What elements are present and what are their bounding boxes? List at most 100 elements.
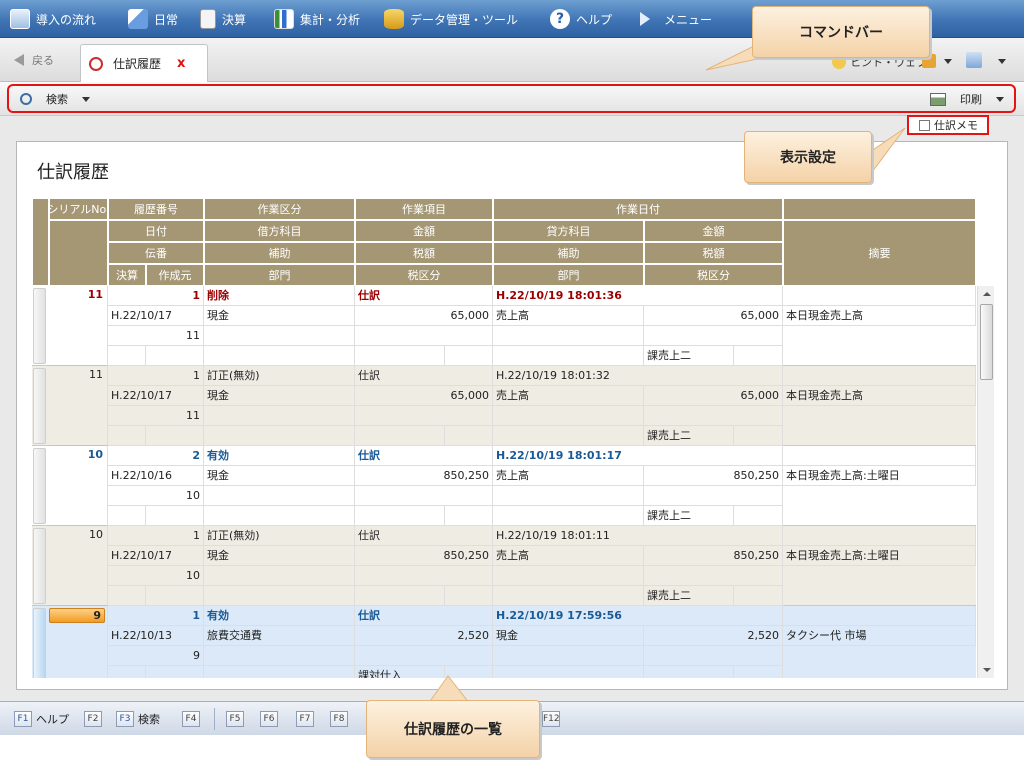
history-no-cell[interactable]: 1	[108, 366, 204, 386]
debit-taxclass-cell[interactable]	[355, 346, 445, 366]
work-item-cell[interactable]: 仕訳	[355, 366, 493, 386]
debit-account-cell[interactable]: 旅費交通費	[204, 626, 355, 646]
summary-cell[interactable]: 本日現金売上高	[783, 386, 976, 406]
work-type-cell[interactable]: 訂正(無効)	[204, 526, 355, 546]
credit-sub-cell[interactable]	[493, 646, 644, 666]
source-cell[interactable]	[146, 586, 204, 606]
col-credit-sub[interactable]: 補助	[493, 242, 644, 264]
debit-sub-cell[interactable]	[204, 486, 355, 506]
window-close-icon[interactable]	[966, 52, 982, 68]
col-debit-account[interactable]: 借方科目	[204, 220, 355, 242]
credit-amount-cell[interactable]: 850,250	[644, 466, 783, 486]
work-type-cell[interactable]: 削除	[204, 286, 355, 306]
serial-cell[interactable]: 11	[49, 286, 108, 366]
scroll-up-icon[interactable]	[983, 292, 991, 296]
settlement-cell[interactable]	[108, 666, 146, 678]
col-slip-no[interactable]: 伝番	[108, 242, 204, 264]
debit-taxclass-sub-cell[interactable]	[445, 346, 493, 366]
debit-account-cell[interactable]: 現金	[204, 466, 355, 486]
debit-dept-cell[interactable]	[204, 346, 355, 366]
fkey-f5[interactable]: F5	[226, 710, 248, 728]
debit-taxclass-cell[interactable]	[355, 426, 445, 446]
settlement-cell[interactable]	[108, 346, 146, 366]
col-debit-taxclass[interactable]: 税区分	[355, 264, 493, 286]
credit-tax-cell[interactable]	[644, 646, 783, 666]
debit-taxclass-cell[interactable]	[355, 586, 445, 606]
back-button[interactable]: 戻る	[14, 52, 54, 68]
col-debit-dept[interactable]: 部門	[204, 264, 355, 286]
debit-sub-cell[interactable]	[204, 326, 355, 346]
slip-no-cell[interactable]: 9	[108, 646, 204, 666]
date-cell[interactable]: H.22/10/17	[108, 306, 204, 326]
menu-data-tools[interactable]: データ管理・ツール	[384, 8, 518, 30]
settlement-cell[interactable]	[108, 426, 146, 446]
date-cell[interactable]: H.22/10/17	[108, 546, 204, 566]
debit-tax-cell[interactable]	[355, 406, 493, 426]
serial-cell[interactable]: 9	[49, 606, 108, 678]
fkey-f3[interactable]: F3 検索	[116, 710, 160, 728]
credit-taxclass-cell[interactable]: 課売上二	[644, 346, 734, 366]
fkey-f6[interactable]: F6	[260, 710, 282, 728]
summary-cell[interactable]: 本日現金売上高:土曜日	[783, 546, 976, 566]
journal-memo-toggle[interactable]: 仕訳メモ	[907, 115, 989, 135]
blank-cell[interactable]	[783, 526, 976, 546]
debit-tax-cell[interactable]	[355, 566, 493, 586]
settlement-cell[interactable]	[108, 586, 146, 606]
debit-tax-cell[interactable]	[355, 486, 493, 506]
credit-dept-cell[interactable]	[493, 506, 644, 526]
chevron-down-icon[interactable]	[944, 59, 952, 64]
debit-account-cell[interactable]: 現金	[204, 546, 355, 566]
tab-journal-history[interactable]: 仕訳履歴 x	[80, 44, 208, 82]
work-item-cell[interactable]: 仕訳	[355, 526, 493, 546]
date-cell[interactable]: H.22/10/13	[108, 626, 204, 646]
credit-account-cell[interactable]: 売上高	[493, 386, 644, 406]
history-list[interactable]: 11 1 削除 仕訳 H.22/10/19 18:01:36 H.22/10/17 現金 65…	[32, 286, 976, 678]
debit-amount-cell[interactable]: 2,520	[355, 626, 493, 646]
serial-cell[interactable]: 11	[49, 366, 108, 446]
col-credit-account[interactable]: 貸方科目	[493, 220, 644, 242]
credit-dept-cell[interactable]	[493, 666, 644, 678]
work-type-cell[interactable]: 有効	[204, 606, 355, 626]
debit-taxclass-cell[interactable]: 課対仕入	[355, 666, 445, 678]
menu-menu[interactable]: メニュー	[640, 8, 712, 30]
debit-dept-cell[interactable]	[204, 586, 355, 606]
credit-sub-cell[interactable]	[493, 326, 644, 346]
summary-cell[interactable]: タクシー代 市場	[783, 626, 976, 646]
serial-cell[interactable]: 10	[49, 446, 108, 526]
credit-tax-cell[interactable]	[644, 406, 783, 426]
fkey-f7[interactable]: F7	[296, 710, 318, 728]
vertical-scrollbar[interactable]	[977, 286, 994, 678]
work-date-cell[interactable]: H.22/10/19 18:01:36	[493, 286, 783, 306]
serial-selected-badge[interactable]: 9	[49, 608, 105, 623]
debit-account-cell[interactable]: 現金	[204, 386, 355, 406]
slip-no-cell[interactable]: 11	[108, 406, 204, 426]
credit-taxclass-cell[interactable]: 課売上二	[644, 506, 734, 526]
serial-cell[interactable]: 10	[49, 526, 108, 606]
credit-taxclass-cell[interactable]: 課売上二	[644, 586, 734, 606]
credit-taxclass-sub-cell[interactable]	[734, 506, 783, 526]
history-no-cell[interactable]: 2	[108, 446, 204, 466]
col-work-date[interactable]: 作業日付	[493, 198, 783, 220]
history-no-cell[interactable]: 1	[108, 526, 204, 546]
blank-cell[interactable]	[783, 606, 976, 626]
fkey-f2[interactable]: F2	[84, 710, 106, 728]
debit-amount-cell[interactable]: 850,250	[355, 466, 493, 486]
menu-intro-flow[interactable]: 導入の流れ	[10, 8, 96, 30]
col-credit-taxclass[interactable]: 税区分	[644, 264, 783, 286]
source-cell[interactable]	[146, 666, 204, 678]
blank-cell[interactable]	[783, 366, 976, 386]
summary-cell[interactable]: 本日現金売上高	[783, 306, 976, 326]
row-indicator[interactable]	[33, 448, 46, 524]
blank-cell[interactable]	[783, 286, 976, 306]
col-debit-tax[interactable]: 税額	[355, 242, 493, 264]
work-type-cell[interactable]: 訂正(無効)	[204, 366, 355, 386]
debit-taxclass-sub-cell[interactable]	[445, 666, 493, 678]
menu-settlement[interactable]: 決算	[200, 8, 246, 30]
col-date[interactable]: 日付	[108, 220, 204, 242]
slip-no-cell[interactable]: 11	[108, 326, 204, 346]
debit-amount-cell[interactable]: 850,250	[355, 546, 493, 566]
credit-sub-cell[interactable]	[493, 406, 644, 426]
work-date-cell[interactable]: H.22/10/19 18:01:17	[493, 446, 783, 466]
fkey-f1[interactable]: F1 ヘルプ	[14, 710, 69, 728]
chevron-down-icon[interactable]	[998, 59, 1006, 64]
